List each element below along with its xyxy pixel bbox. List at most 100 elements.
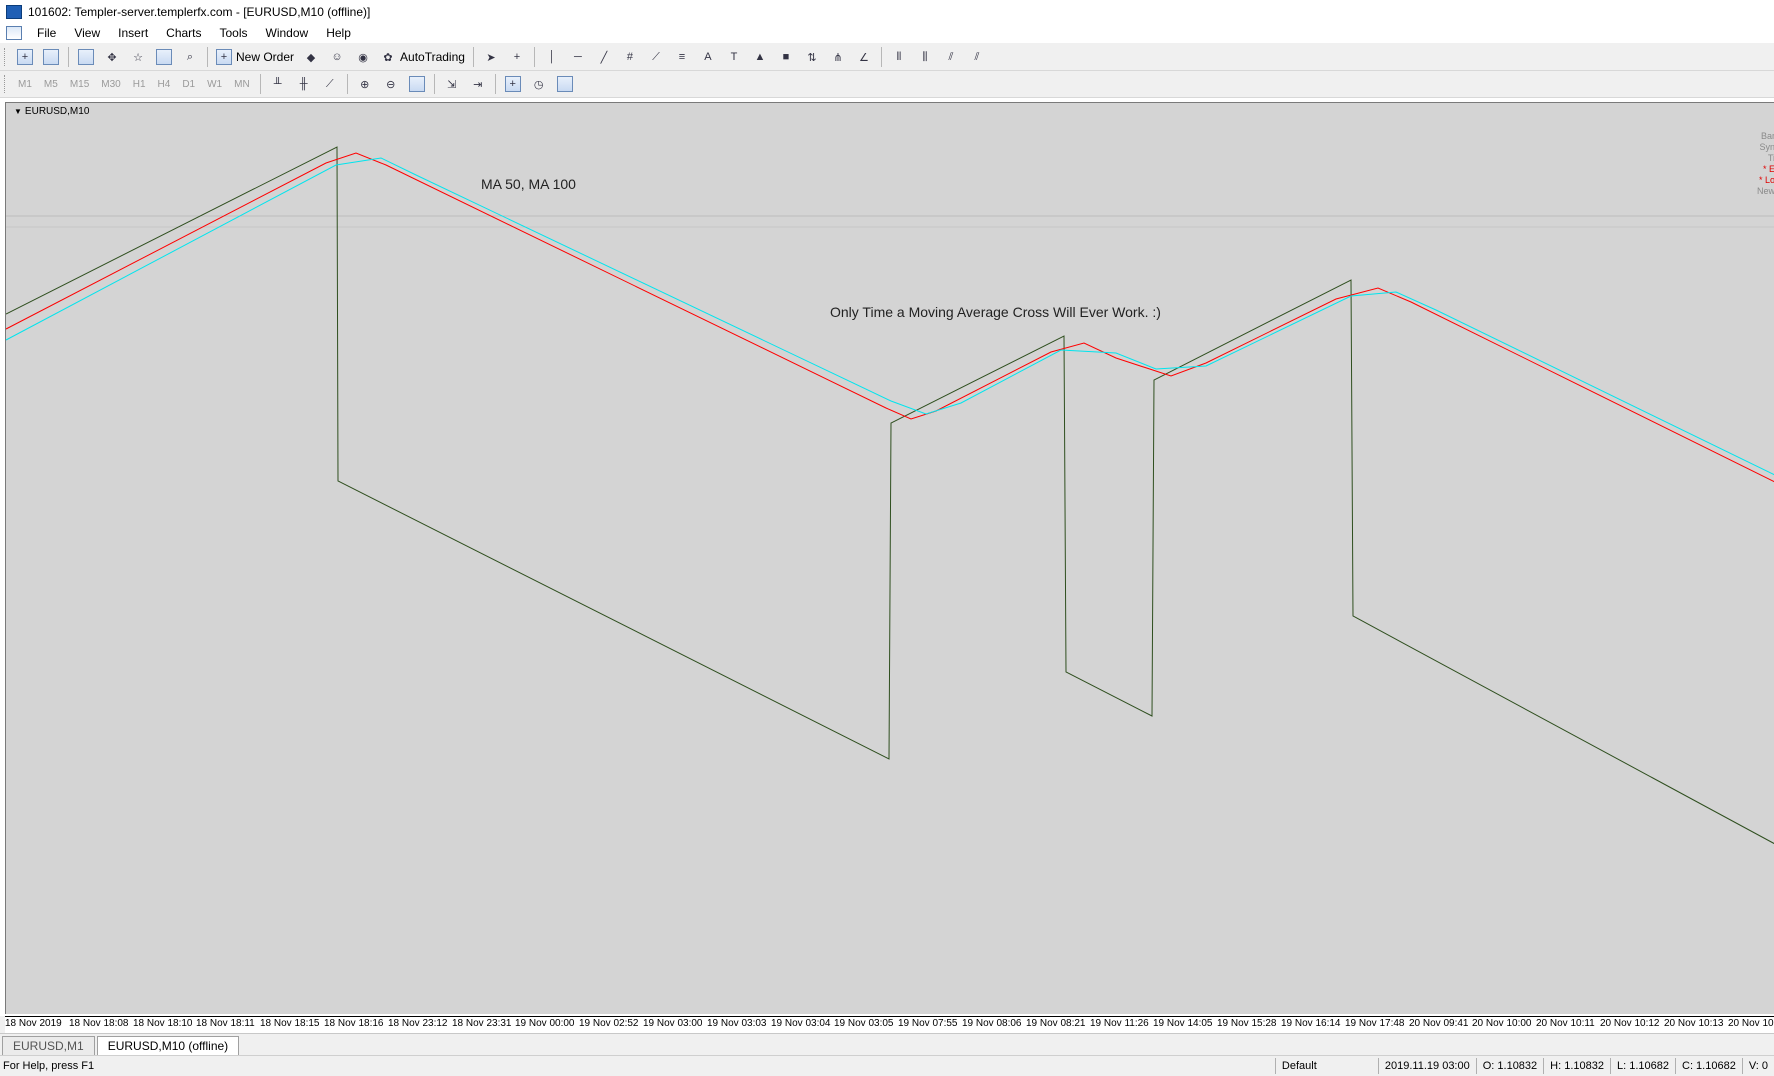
menu-help[interactable]: Help xyxy=(317,23,360,43)
menu-file[interactable]: File xyxy=(28,23,65,43)
stddev-channel-icon[interactable]: ⫽ xyxy=(969,49,985,65)
time-axis-label: 20 Nov 09:41 xyxy=(1409,1018,1469,1029)
menu-view[interactable]: View xyxy=(65,23,109,43)
zoom-in-icon[interactable]: ⊕ xyxy=(357,76,373,92)
indicators-icon[interactable]: + xyxy=(504,76,521,92)
info-line: Bar xyxy=(1760,131,1774,141)
strategy-tester-icon[interactable]: ⌕ xyxy=(182,49,198,65)
timeframe-d1[interactable]: D1 xyxy=(176,79,201,90)
time-axis-label: 18 Nov 18:15 xyxy=(260,1018,320,1029)
equidistant-channel-icon[interactable]: # xyxy=(622,49,638,65)
separator xyxy=(494,74,496,94)
crosshair-icon[interactable]: + xyxy=(509,49,525,65)
info-line: New xyxy=(1756,186,1774,196)
collapse-triangle-icon[interactable]: ▼ xyxy=(14,107,22,116)
cursor-icon[interactable]: ➤ xyxy=(483,49,499,65)
time-axis-label: 19 Nov 08:06 xyxy=(962,1018,1022,1029)
new-order-icon: + xyxy=(216,49,232,65)
time-axis-label: 19 Nov 02:52 xyxy=(579,1018,639,1029)
templates-icon[interactable] xyxy=(556,76,573,92)
rectangle-icon[interactable]: ■ xyxy=(778,49,794,65)
timeframe-m30[interactable]: M30 xyxy=(95,79,126,90)
terminal-icon[interactable] xyxy=(156,49,172,65)
text-icon[interactable]: A xyxy=(700,49,716,65)
andrews-pitchfork-icon[interactable]: ⋔ xyxy=(830,49,846,65)
profiles-icon[interactable] xyxy=(43,49,59,65)
chart-area[interactable]: ▼ EURUSD,M10 MA 50, MA 100 Only Time a Mo… xyxy=(5,102,1774,1014)
chart-shift-icon[interactable]: ⇥ xyxy=(470,76,486,92)
title-bar: 101602: Templer-server.templerfx.com - [… xyxy=(0,0,1774,23)
status-close: C: 1.10682 xyxy=(1675,1058,1742,1074)
community-icon[interactable]: ☺ xyxy=(329,49,345,65)
timeframe-m5[interactable]: M5 xyxy=(38,79,64,90)
new-chart-icon[interactable]: + xyxy=(17,49,33,65)
status-low: L: 1.10682 xyxy=(1610,1058,1675,1074)
chart-symbol-label: ▼ EURUSD,M10 xyxy=(14,106,89,117)
tab-eurusd-m1[interactable]: EURUSD,M1 xyxy=(2,1036,95,1055)
candlestick-icon[interactable]: ╫ xyxy=(296,76,312,92)
metaeditor-icon[interactable]: ◆ xyxy=(303,49,319,65)
tab-eurusd-m10[interactable]: EURUSD,M10 (offline) xyxy=(96,1036,240,1055)
timeframe-w1[interactable]: W1 xyxy=(201,79,228,90)
tile-windows-icon[interactable] xyxy=(408,76,425,92)
time-axis-label: 19 Nov 03:05 xyxy=(834,1018,894,1029)
separator xyxy=(433,74,435,94)
toolbar-grip[interactable] xyxy=(4,48,8,66)
fibonacci-icon[interactable]: ≡ xyxy=(674,49,690,65)
info-line: * E xyxy=(1762,164,1774,174)
navigator-icon[interactable]: ☆ xyxy=(130,49,146,65)
app-icon xyxy=(6,4,22,19)
fibo-timezones-icon[interactable]: ⫼ xyxy=(917,49,933,65)
time-axis-label: 19 Nov 17:48 xyxy=(1345,1018,1405,1029)
separator xyxy=(68,47,69,67)
time-axis: 18 Nov 2019 18 Nov 18:08 18 Nov 18:10 18 No… xyxy=(5,1016,1774,1034)
text-label-icon[interactable]: T xyxy=(726,49,742,65)
trendline-icon[interactable]: ╱ xyxy=(596,49,612,65)
data-window-icon[interactable]: ✥ xyxy=(104,49,120,65)
menu-charts[interactable]: Charts xyxy=(157,23,210,43)
timeframe-h1[interactable]: H1 xyxy=(127,79,152,90)
timeframe-m1[interactable]: M1 xyxy=(12,79,38,90)
toolbar-grip[interactable] xyxy=(4,75,8,93)
arrows-icon[interactable]: ⇅ xyxy=(804,49,820,65)
time-axis-label: 19 Nov 03:00 xyxy=(643,1018,703,1029)
menu-window[interactable]: Window xyxy=(257,23,318,43)
cycle-lines-icon[interactable]: ⦀ xyxy=(891,49,907,65)
time-axis-label: 18 Nov 23:12 xyxy=(388,1018,448,1029)
angle-icon[interactable]: ∠ xyxy=(856,49,872,65)
horizontal-line-icon[interactable]: ─ xyxy=(570,49,586,65)
line-chart-icon[interactable]: ⟋ xyxy=(322,76,338,92)
menu-tools[interactable]: Tools xyxy=(211,23,257,43)
gann-fan-icon[interactable]: ⟋ xyxy=(648,49,664,65)
menu-insert[interactable]: Insert xyxy=(109,23,157,43)
signals-icon[interactable]: ◉ xyxy=(355,49,371,65)
auto-scroll-icon[interactable]: ⇲ xyxy=(444,76,460,92)
periodicity-icon[interactable]: ◷ xyxy=(531,76,547,92)
autotrading-button[interactable]: ✿ AutoTrading xyxy=(376,47,469,67)
new-order-button[interactable]: + New Order xyxy=(212,47,298,67)
zoom-out-icon[interactable]: ⊖ xyxy=(383,76,399,92)
vertical-line-icon[interactable]: │ xyxy=(544,49,560,65)
regression-channel-icon[interactable]: ⫽ xyxy=(943,49,959,65)
bar-chart-icon[interactable]: ╨ xyxy=(270,76,286,92)
status-profile[interactable]: Default xyxy=(1274,1058,1378,1074)
status-bar: For Help, press F1 Default 2019.11.19 03… xyxy=(0,1055,1774,1076)
info-line: Ti xyxy=(1767,153,1774,163)
chart-tabs: EURUSD,M1 EURUSD,M10 (offline) xyxy=(0,1033,1774,1055)
timeframe-mn[interactable]: MN xyxy=(228,79,256,90)
ma-annotation: MA 50, MA 100 xyxy=(481,176,576,192)
periods-toolbar: M1 M5 M15 M30 H1 H4 D1 W1 MN ╨ ╫ ⟋ ⊕ ⊖ ⇲… xyxy=(0,71,1774,98)
menu-bar: File View Insert Charts Tools Window Hel… xyxy=(0,23,1774,43)
market-watch-icon[interactable] xyxy=(78,49,94,65)
time-axis-label: 19 Nov 08:21 xyxy=(1026,1018,1086,1029)
separator xyxy=(533,47,535,67)
time-axis-label: 20 Nov 10:11 xyxy=(1536,1018,1595,1029)
separator xyxy=(472,47,474,67)
timeframe-m15[interactable]: M15 xyxy=(64,79,95,90)
triangle-icon[interactable]: ▲ xyxy=(752,49,768,65)
time-axis-label: 18 Nov 18:10 xyxy=(133,1018,193,1029)
time-axis-label: 19 Nov 07:55 xyxy=(898,1018,958,1029)
status-volume: V: 0 xyxy=(1741,1058,1774,1074)
timeframe-h4[interactable]: H4 xyxy=(152,79,177,90)
document-icon[interactable] xyxy=(6,26,22,40)
